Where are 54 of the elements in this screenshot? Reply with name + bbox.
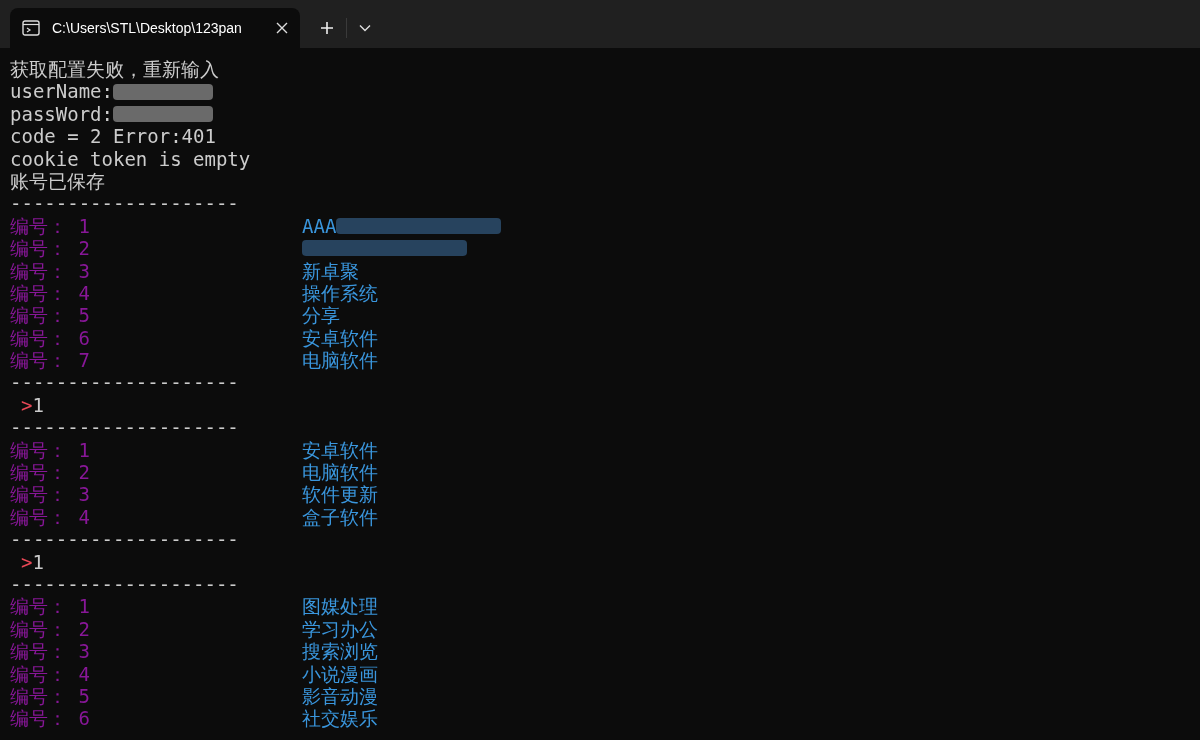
console-text: 获取配置失败，重新输入 bbox=[10, 58, 219, 81]
entry-name: 软件更新 bbox=[302, 483, 378, 506]
console-text: 账号已保存 bbox=[10, 169, 105, 193]
entry-number: 编号： 6 bbox=[10, 326, 90, 350]
plus-icon[interactable] bbox=[320, 21, 334, 35]
prompt-symbol: > bbox=[21, 550, 33, 573]
entry-name: AAA bbox=[302, 214, 337, 238]
separator-text: -------------------- bbox=[10, 416, 239, 439]
prompt-symbol: > bbox=[21, 393, 33, 417]
entry-name: 新卓聚 bbox=[302, 259, 359, 282]
entry-number: 编号： 6 bbox=[10, 707, 90, 730]
typed-text: 1 bbox=[32, 393, 44, 417]
entry-number: 编号： 1 bbox=[10, 214, 90, 238]
typed-text: 1 bbox=[32, 550, 44, 573]
console-text: code = 2 Error:401 bbox=[10, 125, 216, 148]
entry-number: 编号： 2 bbox=[10, 237, 90, 260]
entry-name: 电脑软件 bbox=[302, 349, 378, 372]
separator-text: -------------------- bbox=[10, 573, 239, 596]
chevron-down-icon[interactable] bbox=[359, 24, 371, 32]
entry-name: 电脑软件 bbox=[302, 461, 378, 484]
entry-number: 编号： 4 bbox=[10, 662, 90, 685]
entry-name: 小说漫画 bbox=[302, 662, 378, 685]
entry-name: 图媒处理 bbox=[302, 595, 378, 618]
entry-number: 编号： 1 bbox=[10, 438, 90, 462]
tab-title: C:\Users\STL\Desktop\123pan bbox=[52, 18, 243, 38]
entry-number: 编号： 1 bbox=[10, 595, 90, 618]
entry-number: 编号： 4 bbox=[10, 505, 90, 529]
entry-name: 社交娱乐 bbox=[302, 707, 378, 730]
separator-text: -------------------- bbox=[10, 192, 239, 215]
terminal-tab[interactable]: C:\Users\STL\Desktop\123pan bbox=[10, 8, 300, 48]
entry-number: 编号： 3 bbox=[10, 259, 90, 282]
entry-name: 分享 bbox=[302, 304, 340, 327]
console-text: cookie token is empty bbox=[10, 147, 251, 170]
terminal-icon bbox=[22, 20, 40, 36]
separator-text: -------------------- bbox=[10, 528, 239, 551]
entry-number: 编号： 2 bbox=[10, 617, 90, 641]
entry-number: 编号： 2 bbox=[10, 461, 90, 484]
entry-name: 盒子软件 bbox=[302, 505, 378, 529]
entry-number: 编号： 7 bbox=[10, 349, 90, 372]
separator-text: -------------------- bbox=[10, 371, 239, 394]
close-icon[interactable] bbox=[276, 22, 288, 34]
entry-number: 编号： 5 bbox=[10, 304, 90, 327]
field-label: userName: bbox=[10, 80, 113, 103]
field-label: passWord: bbox=[10, 102, 113, 126]
entry-number: 编号： 4 bbox=[10, 281, 90, 305]
entry-number: 编号： 3 bbox=[10, 483, 90, 506]
entry-number: 编号： 3 bbox=[10, 640, 90, 663]
entry-name: 学习办公 bbox=[302, 617, 378, 641]
entry-name: 安卓软件 bbox=[302, 438, 378, 462]
entry-number: 编号： 5 bbox=[10, 684, 90, 708]
entry-name: 影音动漫 bbox=[302, 684, 378, 708]
entry-name: 操作系统 bbox=[302, 281, 378, 305]
entry-name: 安卓软件 bbox=[302, 326, 378, 350]
entry-name: 搜索浏览 bbox=[302, 640, 378, 663]
